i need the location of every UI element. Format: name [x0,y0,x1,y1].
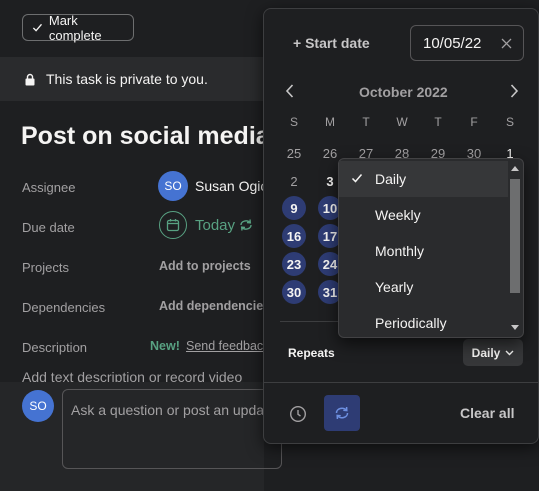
dependencies-label: Dependencies [22,300,106,315]
check-icon [351,174,363,183]
calendar-icon[interactable] [159,211,187,239]
repeats-dropdown-button[interactable]: Daily [463,339,523,366]
assignee-name[interactable]: Susan Ogic [195,178,267,194]
comment-avatar: SO [22,390,54,422]
send-feedback-link[interactable]: Send feedback [186,339,269,353]
repeat-toggle-button[interactable] [324,395,360,431]
calendar-day[interactable]: 25 [282,141,306,165]
scroll-up-icon[interactable] [511,165,519,171]
next-month-icon[interactable] [508,83,520,99]
weekday-label: T [362,115,370,129]
assignee-avatar[interactable]: SO [158,171,188,201]
repeat-icon [240,219,252,231]
scrollbar-thumb[interactable] [510,179,520,293]
description-label: Description [22,340,88,355]
clock-icon[interactable] [280,396,316,432]
repeats-value: Daily [471,345,501,360]
task-title[interactable]: Post on social media [21,122,270,151]
clear-all-button[interactable]: Clear all [460,405,514,421]
repeat-option-label: Daily [375,171,407,187]
check-icon [32,23,43,32]
add-to-projects-button[interactable]: Add to projects [159,259,251,273]
assignee-label: Assignee [22,180,76,195]
lock-icon [25,73,35,85]
calendar-day[interactable]: 30 [282,280,306,304]
privacy-banner: This task is private to you. [0,57,270,101]
footer-divider [264,382,538,383]
chevron-down-icon [505,350,514,355]
scroll-down-icon[interactable] [511,325,519,331]
due-date-label: Due date [22,220,75,235]
projects-label: Projects [22,260,69,275]
add-dependencies-button[interactable]: Add dependencies [159,299,270,313]
repeat-option-label: Periodically [375,315,447,331]
weekday-label: W [396,115,408,129]
privacy-text: This task is private to you. [46,71,208,87]
calendar-day[interactable]: 16 [282,224,306,248]
calendar-day[interactable]: 2 [282,169,306,193]
repeat-options-menu: Daily Weekly Monthly Yearly Periodically [338,158,524,338]
due-date-value[interactable]: Today [195,217,235,234]
weekday-label: S [505,115,514,129]
repeat-option-label: Weekly [375,207,421,223]
due-date-input[interactable]: 10/05/22 [410,25,524,61]
mark-complete-label: Mark complete [48,12,102,43]
clear-date-icon[interactable] [501,38,512,49]
repeat-option-periodically[interactable]: Periodically [339,305,508,341]
repeat-option-weekly[interactable]: Weekly [339,197,508,233]
mark-complete-button[interactable]: Mark complete [22,12,134,43]
repeat-icon [335,406,349,420]
repeat-option-label: Yearly [375,279,414,295]
calendar-day[interactable]: 23 [282,252,306,276]
new-badge: New! [150,339,180,353]
comment-input[interactable]: Ask a question or post an update... [62,389,282,469]
weekday-label: M [325,115,335,129]
repeats-label: Repeats [288,346,335,360]
start-date-button[interactable]: + Start date [293,35,370,51]
menu-scrollbar[interactable] [508,161,522,335]
weekday-label: F [470,115,478,129]
weekday-label: T [434,115,442,129]
repeat-option-yearly[interactable]: Yearly [339,269,508,305]
divider [280,321,340,322]
calendar-day[interactable]: 9 [282,196,306,220]
repeat-option-label: Monthly [375,243,425,259]
date-input-value: 10/05/22 [423,34,482,52]
repeat-option-monthly[interactable]: Monthly [339,233,508,269]
previous-month-icon[interactable] [284,83,296,99]
repeat-option-daily[interactable]: Daily [339,161,508,197]
month-label: October 2022 [359,84,448,100]
weekday-label: S [289,115,298,129]
